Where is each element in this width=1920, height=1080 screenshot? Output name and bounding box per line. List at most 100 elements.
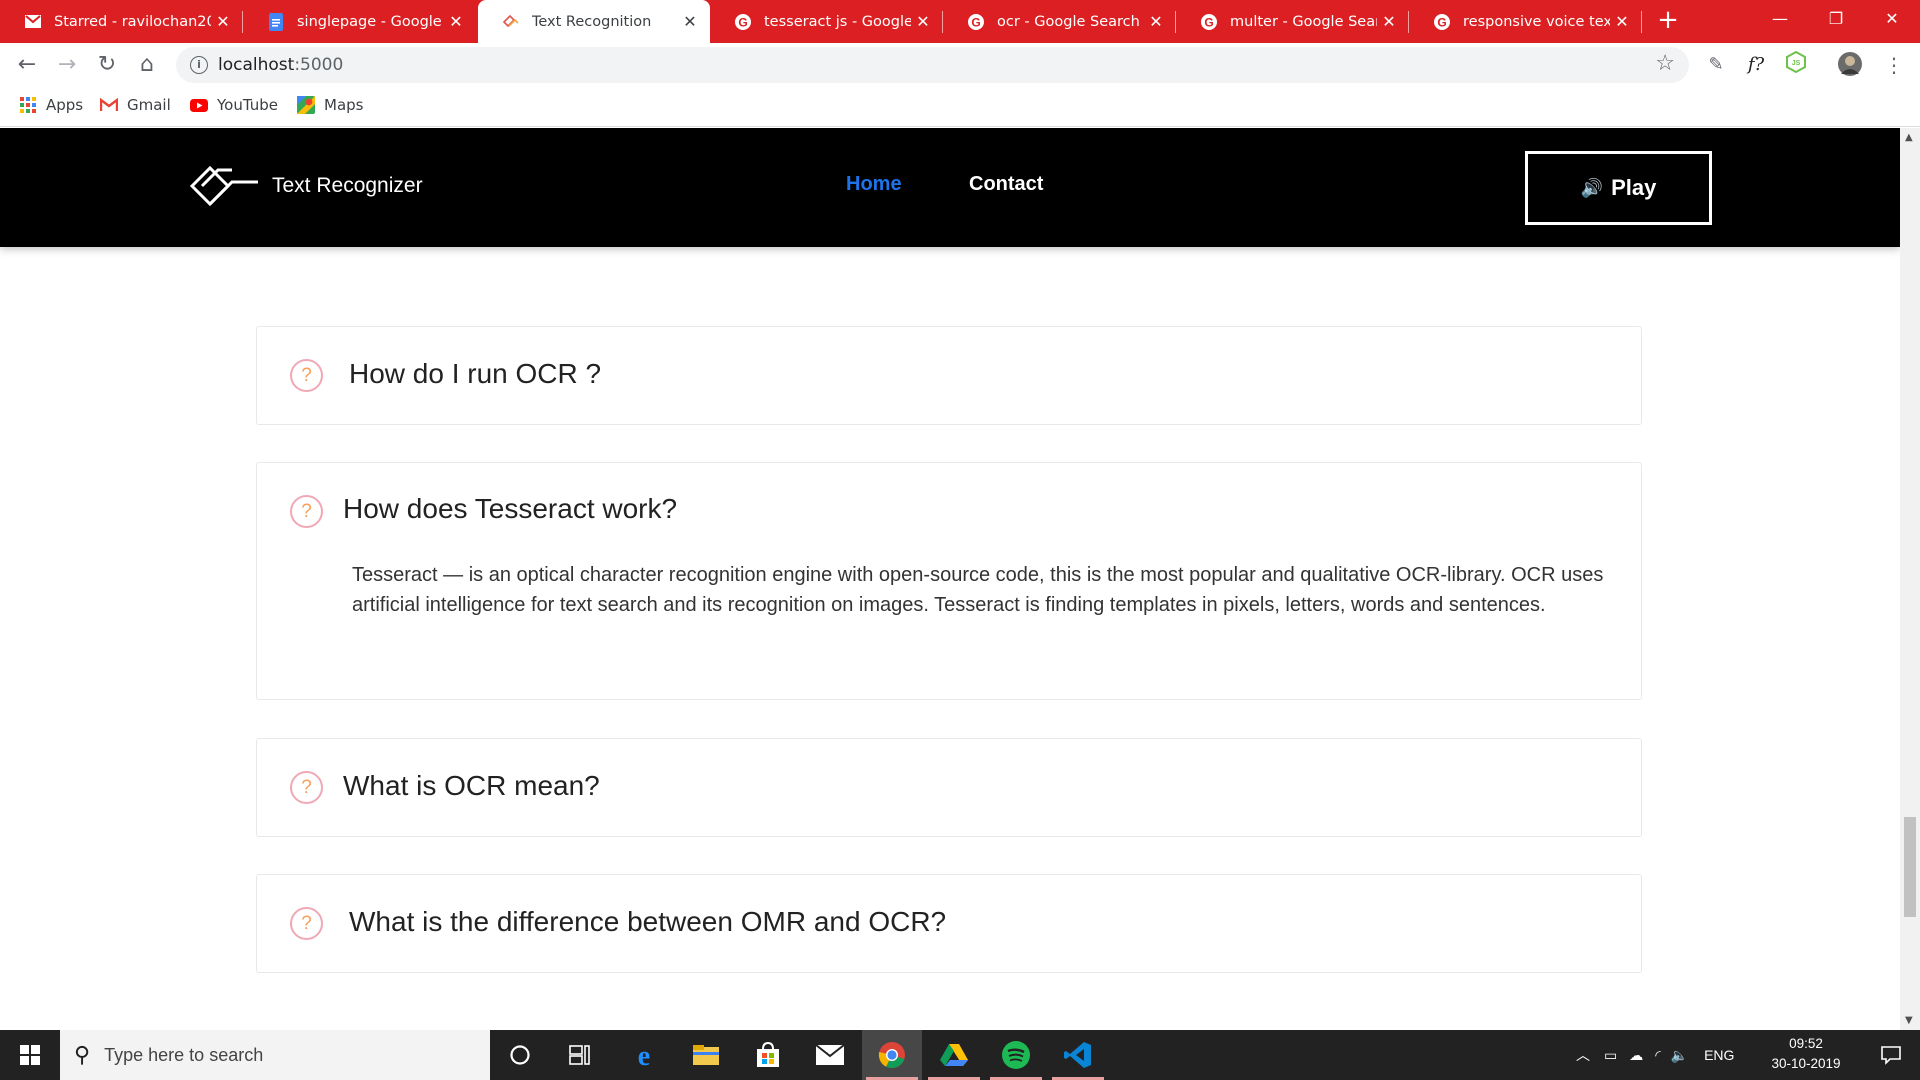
- faq-question[interactable]: How does Tesseract work?: [343, 493, 677, 525]
- windows-start-icon[interactable]: [0, 1030, 60, 1080]
- site-header: Text Recognizer Home Contact 🔊 Play: [0, 128, 1900, 247]
- close-icon[interactable]: ✕: [678, 12, 702, 31]
- scroll-down-icon[interactable]: ▼: [1905, 1015, 1913, 1026]
- tab-title: singlepage - Google Do: [297, 13, 444, 30]
- bookmark-apps[interactable]: Apps: [19, 96, 83, 114]
- faq-answer: Tesseract — is an optical character reco…: [352, 564, 1604, 616]
- nav-home[interactable]: Home: [846, 173, 902, 196]
- bookmark-maps[interactable]: Maps: [297, 96, 363, 114]
- tab-tesseract-search[interactable]: G tesseract js - Google Se ✕: [710, 0, 943, 43]
- tab-strip: Starred - ravilochan200 ✕ singlepage - G…: [0, 0, 1920, 43]
- svg-text:G: G: [971, 15, 980, 29]
- window-close-icon[interactable]: ✕: [1864, 0, 1920, 40]
- taskbar-search[interactable]: ⚲ Type here to search: [60, 1030, 490, 1080]
- nodejs-extension-icon[interactable]: JS: [1782, 50, 1810, 79]
- bookmark-youtube[interactable]: YouTube: [190, 96, 278, 114]
- onedrive-cloud-icon[interactable]: ☁: [1629, 1047, 1643, 1064]
- nav-contact[interactable]: Contact: [969, 173, 1043, 196]
- google-icon: G: [1433, 13, 1451, 31]
- play-button[interactable]: 🔊 Play: [1525, 151, 1712, 225]
- search-placeholder: Type here to search: [104, 1044, 264, 1065]
- faq-item[interactable]: ? What is the difference between OMR and…: [256, 874, 1642, 973]
- cortana-icon[interactable]: [490, 1030, 550, 1080]
- speaker-icon: 🔊: [1580, 177, 1604, 198]
- brand-logo[interactable]: Text Recognizer: [188, 162, 423, 210]
- scrollbar-thumb[interactable]: [1904, 817, 1916, 917]
- bookmark-label: Gmail: [127, 96, 171, 114]
- mail-icon[interactable]: [800, 1030, 860, 1080]
- close-icon[interactable]: ✕: [1377, 12, 1401, 31]
- tab-docs[interactable]: singlepage - Google Do ✕: [243, 0, 476, 43]
- page-viewport: Text Recognizer Home Contact 🔊 Play ? Ho…: [0, 128, 1900, 1030]
- tab-title: responsive voice text to: [1463, 13, 1610, 30]
- forward-arrow-icon[interactable]: →: [51, 49, 83, 81]
- address-bar[interactable]: i localhost:5000 ☆: [176, 47, 1689, 83]
- clock[interactable]: 09:52 30-10-2019: [1760, 1034, 1852, 1074]
- edge-browser-icon[interactable]: e: [614, 1030, 674, 1080]
- chrome-icon[interactable]: [862, 1030, 922, 1080]
- vscode-icon[interactable]: [1048, 1030, 1108, 1080]
- system-tray: ︿ ▭ ☁ ◜ 🔈 ENG: [1576, 1030, 1734, 1080]
- minimize-icon[interactable]: —: [1752, 0, 1808, 40]
- spotify-icon[interactable]: [986, 1030, 1046, 1080]
- faq-question[interactable]: How do I run OCR ?: [349, 358, 601, 390]
- profile-avatar[interactable]: [1836, 51, 1864, 79]
- page-scrollbar[interactable]: ▲ ▼: [1900, 128, 1920, 1030]
- windows-taskbar: ⚲ Type here to search e ︿ ▭ ☁ ◜ 🔈 ENG 09…: [0, 1030, 1920, 1080]
- tab-title: multer - Google Search: [1230, 13, 1377, 30]
- google-icon: G: [1200, 13, 1218, 31]
- apps-grid-icon: [19, 96, 37, 114]
- home-icon[interactable]: ⌂: [131, 49, 163, 81]
- docs-icon: [267, 12, 285, 31]
- back-arrow-icon[interactable]: ←: [11, 49, 43, 81]
- faq-item[interactable]: ? How do I run OCR ?: [256, 326, 1642, 425]
- wifi-icon[interactable]: ◜: [1655, 1047, 1660, 1064]
- bookmark-gmail[interactable]: Gmail: [100, 96, 171, 114]
- google-icon: G: [734, 13, 752, 31]
- scroll-up-icon[interactable]: ▲: [1905, 132, 1913, 143]
- close-icon[interactable]: ✕: [211, 12, 235, 31]
- clock-date: 30-10-2019: [1771, 1056, 1841, 1071]
- notifications-icon[interactable]: [1862, 1030, 1920, 1080]
- tab-title: tesseract js - Google Se: [764, 13, 911, 30]
- tab-responsive-voice-search[interactable]: G responsive voice text to ✕: [1409, 0, 1642, 43]
- color-picker-extension-icon[interactable]: ✎: [1702, 51, 1730, 79]
- tab-title: Text Recognition: [532, 13, 652, 30]
- menu-kebab-icon[interactable]: ⋮: [1880, 51, 1908, 79]
- formula-extension-icon[interactable]: f?: [1742, 51, 1770, 79]
- restore-icon[interactable]: ❐: [1808, 0, 1864, 40]
- svg-text:G: G: [1204, 15, 1213, 29]
- store-icon[interactable]: [738, 1030, 798, 1080]
- reload-icon[interactable]: ↻: [91, 49, 123, 81]
- site-icon: [502, 13, 520, 31]
- faq-question[interactable]: What is the difference between OMR and O…: [349, 906, 946, 938]
- logo-icon: [189, 165, 258, 207]
- tab-gmail[interactable]: Starred - ravilochan200 ✕: [0, 0, 243, 43]
- file-explorer-icon[interactable]: [676, 1030, 736, 1080]
- new-tab-button[interactable]: +: [1656, 0, 1680, 43]
- battery-icon[interactable]: ▭: [1604, 1047, 1617, 1064]
- google-drive-icon[interactable]: [924, 1030, 984, 1080]
- volume-icon[interactable]: 🔈: [1671, 1047, 1688, 1064]
- bookmark-star-icon[interactable]: ☆: [1655, 51, 1675, 76]
- play-label: Play: [1611, 175, 1657, 200]
- info-icon[interactable]: i: [190, 56, 208, 74]
- close-icon[interactable]: ✕: [444, 12, 468, 31]
- faq-item-expanded[interactable]: ? How does Tesseract work? Tesseract — i…: [256, 462, 1642, 700]
- chevron-up-icon[interactable]: ︿: [1576, 1045, 1590, 1065]
- url-text[interactable]: localhost:5000: [218, 55, 343, 75]
- brand-name: Text Recognizer: [272, 174, 423, 197]
- language-indicator[interactable]: ENG: [1704, 1047, 1734, 1063]
- close-icon[interactable]: ✕: [1610, 12, 1634, 31]
- question-icon: ?: [290, 359, 323, 392]
- tab-text-recognition[interactable]: Text Recognition ✕: [478, 0, 710, 43]
- bookmark-label: Maps: [324, 96, 364, 114]
- faq-item[interactable]: ? What is OCR mean?: [256, 738, 1642, 837]
- close-icon[interactable]: ✕: [1144, 12, 1168, 31]
- tab-multer-search[interactable]: G multer - Google Search ✕: [1176, 0, 1409, 43]
- task-view-icon[interactable]: [550, 1030, 610, 1080]
- close-icon[interactable]: ✕: [911, 12, 935, 31]
- search-icon: ⚲: [74, 1042, 91, 1068]
- tab-ocr-search[interactable]: G ocr - Google Search ✕: [943, 0, 1176, 43]
- faq-question[interactable]: What is OCR mean?: [343, 770, 600, 802]
